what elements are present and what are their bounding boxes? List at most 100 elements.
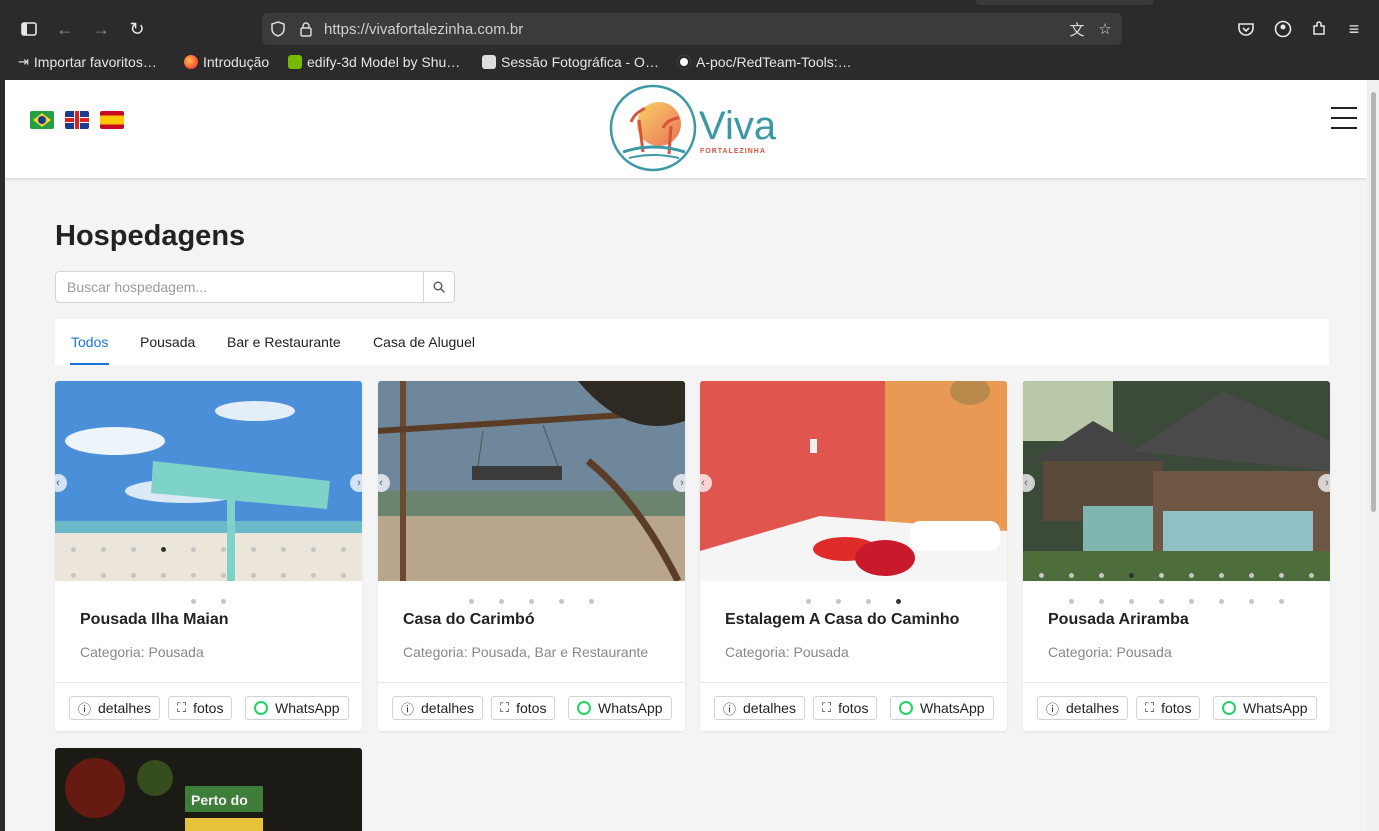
carousel-dot[interactable] (221, 599, 226, 604)
carousel-dot[interactable] (1249, 599, 1254, 604)
carousel-dot[interactable] (161, 573, 166, 578)
bookmark-edify[interactable]: edify-3d Model by Shu… (288, 54, 460, 70)
carousel-dot[interactable] (1129, 599, 1134, 604)
carousel-dot[interactable] (281, 573, 286, 578)
carousel-dot[interactable] (311, 573, 316, 578)
hamburger-menu-icon[interactable] (1331, 107, 1357, 129)
tab-todos[interactable]: Todos (69, 334, 110, 365)
carousel-dot[interactable] (1279, 599, 1284, 604)
carousel-dot[interactable] (1069, 599, 1074, 604)
translate-icon[interactable]: 文 (1067, 19, 1087, 39)
carousel-dot[interactable] (341, 573, 346, 578)
carousel-dot[interactable] (71, 573, 76, 578)
carousel-dot[interactable] (866, 599, 871, 604)
carousel-dot[interactable] (1129, 573, 1134, 578)
carousel-dot[interactable] (1159, 573, 1164, 578)
carousel-dot[interactable] (499, 599, 504, 604)
photos-button[interactable]: ⛶ fotos (813, 696, 878, 720)
photos-button[interactable]: ⛶ fotos (1136, 696, 1201, 720)
carousel-dot[interactable] (251, 573, 256, 578)
search-input[interactable] (56, 272, 424, 302)
carousel-dot[interactable] (1309, 573, 1314, 578)
details-button[interactable]: ⓘ detalhes (392, 696, 483, 720)
pocket-icon[interactable] (1233, 16, 1259, 42)
listing-photo[interactable] (1023, 381, 1330, 581)
tab-bar-restaurante[interactable]: Bar e Restaurante (227, 334, 341, 350)
carousel-dot[interactable] (1189, 573, 1194, 578)
carousel-next-icon[interactable]: › (1318, 474, 1330, 492)
tab-casa-aluguel[interactable]: Casa de Aluguel (373, 334, 475, 350)
carousel-dot[interactable] (221, 547, 226, 552)
photos-button[interactable]: ⛶ fotos (491, 696, 556, 720)
bookmark-sessao[interactable]: Sessão Fotográfica - O… (482, 54, 659, 70)
sidebar-toggle-icon[interactable] (16, 16, 42, 42)
carousel-next-icon[interactable]: › (350, 474, 362, 492)
carousel-dot[interactable] (341, 547, 346, 552)
whatsapp-button[interactable]: WhatsApp (1213, 696, 1317, 720)
carousel-dot[interactable] (221, 573, 226, 578)
carousel-dot[interactable] (311, 547, 316, 552)
carousel-next-icon[interactable]: › (673, 474, 685, 492)
listing-name[interactable]: Pousada Ilha Maian (80, 611, 228, 629)
listing-photo[interactable] (700, 381, 1007, 581)
forward-icon[interactable]: → (88, 16, 114, 42)
carousel-dot[interactable] (281, 547, 286, 552)
carousel-dot[interactable] (1159, 599, 1164, 604)
carousel-dot[interactable] (529, 599, 534, 604)
bookmark-import[interactable]: ⇥ Importar favoritos… (18, 54, 157, 70)
url-text[interactable]: https://vivafortalezinha.com.br (324, 21, 523, 38)
bookmark-introducao[interactable]: Introdução (184, 54, 269, 70)
reload-icon[interactable]: ↻ (124, 16, 150, 42)
scrollbar-thumb[interactable] (1371, 92, 1376, 512)
flag-spain-icon[interactable] (100, 111, 124, 129)
carousel-dot[interactable] (1279, 573, 1284, 578)
carousel-dot[interactable] (71, 547, 76, 552)
menu-icon[interactable]: ≡ (1341, 16, 1367, 42)
carousel-dot[interactable] (131, 547, 136, 552)
carousel-dot[interactable] (1249, 573, 1254, 578)
page-scrollbar[interactable] (1367, 80, 1379, 831)
listing-photo[interactable] (378, 381, 685, 583)
carousel-dot[interactable] (469, 599, 474, 604)
photos-button[interactable]: ⛶ fotos (168, 696, 233, 720)
flag-uk-icon[interactable] (65, 111, 89, 129)
tracking-shield-icon[interactable] (268, 19, 288, 39)
listing-name[interactable]: Estalagem A Casa do Caminho (725, 611, 959, 629)
bookmark-redteam[interactable]: A-poc/RedTeam-Tools:… (677, 54, 852, 70)
carousel-dot[interactable] (559, 599, 564, 604)
carousel-dot[interactable] (1039, 573, 1044, 578)
carousel-dot[interactable] (806, 599, 811, 604)
carousel-dot[interactable] (101, 573, 106, 578)
listing-name[interactable]: Casa do Carimbó (403, 611, 535, 629)
carousel-dot[interactable] (589, 599, 594, 604)
carousel-dot[interactable] (251, 547, 256, 552)
listing-photo[interactable]: Perto do (55, 748, 362, 831)
account-icon[interactable] (1270, 16, 1296, 42)
back-icon[interactable]: ← (52, 16, 78, 42)
bookmark-star-icon[interactable]: ☆ (1095, 19, 1115, 39)
carousel-dot[interactable] (191, 599, 196, 604)
whatsapp-button[interactable]: WhatsApp (890, 696, 994, 720)
carousel-dot[interactable] (1219, 573, 1224, 578)
carousel-dot[interactable] (1099, 573, 1104, 578)
carousel-dot[interactable] (191, 547, 196, 552)
carousel-dot[interactable] (1069, 573, 1074, 578)
whatsapp-button[interactable]: WhatsApp (568, 696, 672, 720)
details-button[interactable]: ⓘ detalhes (1037, 696, 1128, 720)
whatsapp-button[interactable]: WhatsApp (245, 696, 349, 720)
address-bar[interactable]: https://vivafortalezinha.com.br 文 ☆ (262, 13, 1122, 45)
search-button[interactable] (423, 272, 454, 302)
carousel-dot[interactable] (1219, 599, 1224, 604)
carousel-dot[interactable] (836, 599, 841, 604)
extensions-icon[interactable] (1306, 16, 1332, 42)
carousel-dot[interactable] (1099, 599, 1104, 604)
site-logo[interactable]: Viva FORTALEZINHA (609, 82, 779, 174)
carousel-dot[interactable] (191, 573, 196, 578)
listing-name[interactable]: Pousada Ariramba (1048, 611, 1189, 629)
tab-pousada[interactable]: Pousada (140, 334, 195, 350)
carousel-dot[interactable] (131, 573, 136, 578)
carousel-dot[interactable] (1189, 599, 1194, 604)
details-button[interactable]: ⓘ detalhes (69, 696, 160, 720)
details-button[interactable]: ⓘ detalhes (714, 696, 805, 720)
carousel-dot[interactable] (101, 547, 106, 552)
